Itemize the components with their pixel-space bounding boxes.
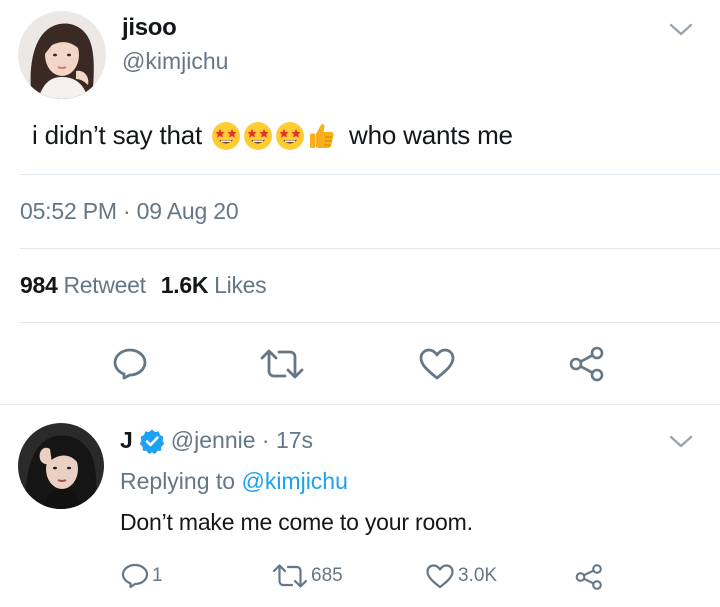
reply-icon [113,348,147,380]
emoji-group [211,121,339,151]
chevron-down-icon[interactable] [668,22,694,38]
divider [20,322,720,323]
avatar[interactable] [18,11,106,99]
divider [20,174,720,175]
like-label: Likes [214,272,267,298]
reply-display-name[interactable]: J [120,427,133,454]
reply-text: Don’t make me come to your room. [120,509,473,535]
tweet-text-after: who wants me [349,120,513,150]
tweet-text: i didn’t say that who wants me [32,120,513,151]
like-count: 1.6K [160,272,209,298]
reply-handle-time[interactable]: @jennie · 17s [171,427,313,454]
star-struck-emoji [243,121,273,151]
share-button[interactable] [566,344,608,384]
retweet-count: 984 [20,272,58,298]
reply-avatar[interactable] [18,423,104,509]
reply-like-count: 3.0K [458,565,498,586]
like-stat[interactable]: 1.6K Likes [161,272,267,299]
tweet-stats: 984 Retweet 1.6K Likes [20,272,267,299]
share-icon [569,346,604,382]
user-handle[interactable]: @kimjichu [122,48,228,75]
retweet-icon [272,564,308,588]
divider [20,248,720,249]
share-icon [575,564,602,590]
reply-reply-button[interactable]: 1 [121,563,163,589]
reply-share-button[interactable] [574,563,607,591]
retweet-button[interactable] [257,346,307,382]
reply-header: J @jennie · 17s [120,427,313,454]
chevron-down-icon[interactable] [668,434,694,450]
divider [0,404,720,405]
reply-like-button[interactable]: 3.0K [425,563,497,589]
replying-to: Replying to @kimjichu [120,468,348,495]
like-button[interactable] [416,346,458,382]
tweet-text-before: i didn’t say that [32,120,203,150]
reply-retweet-button[interactable]: 685 [272,563,343,589]
replying-prefix: Replying to [120,468,236,494]
reply-count: 1 [152,565,163,586]
verified-badge-icon [139,428,165,454]
star-struck-emoji [275,121,305,151]
reply-icon [121,563,149,589]
star-struck-emoji [211,121,241,151]
retweet-label: Retweet [63,272,146,298]
retweet-stat[interactable]: 984 Retweet [20,272,146,299]
reply-retweet-count: 685 [311,565,343,586]
display-name[interactable]: jisoo [122,14,177,42]
tweet-timestamp[interactable]: 05:52 PM · 09 Aug 20 [20,198,239,225]
heart-icon [419,348,455,380]
replying-to-link[interactable]: @kimjichu [241,468,347,494]
retweet-icon [260,349,304,379]
reply-button[interactable] [110,346,150,382]
heart-icon [426,564,454,589]
thumbs-up-emoji [307,121,337,151]
